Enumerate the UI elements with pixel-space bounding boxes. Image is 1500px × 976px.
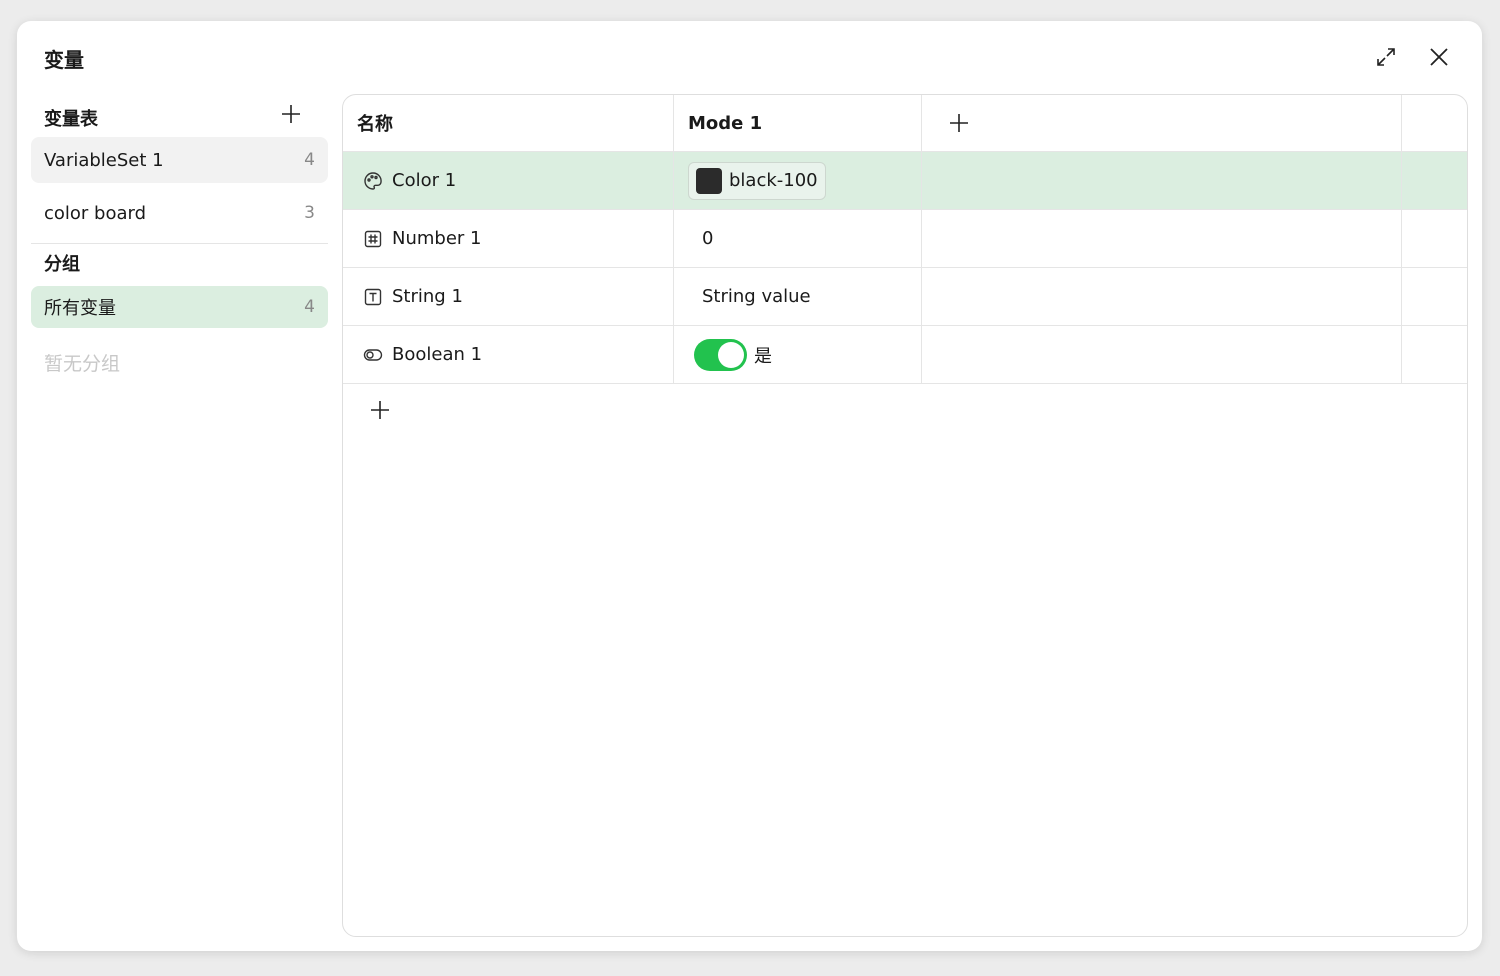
- palette-icon: [363, 171, 383, 191]
- variable-set-item[interactable]: VariableSet 1 4: [31, 137, 328, 183]
- empty-cell: [1402, 210, 1467, 267]
- variable-name: Number 1: [392, 228, 482, 249]
- hash-icon: [363, 229, 383, 249]
- variable-value-cell[interactable]: String value: [674, 268, 922, 325]
- add-variable-button[interactable]: [367, 397, 393, 423]
- group-name: 所有变量: [44, 298, 116, 319]
- table-row[interactable]: Boolean 1 是: [343, 326, 1467, 384]
- variable-set-count: 4: [304, 150, 315, 170]
- color-value-chip[interactable]: black-100: [688, 161, 826, 200]
- empty-groups-text: 暂无分组: [44, 353, 121, 375]
- variable-sets-header: 变量表: [31, 97, 328, 137]
- close-icon: [1430, 48, 1448, 66]
- variable-set-count: 3: [304, 203, 315, 223]
- string-value: String value: [702, 286, 811, 307]
- variables-table: 名称 Mode 1 Color 1 black-100 Number 1 0 S…: [342, 94, 1468, 937]
- dialog-title: 变量: [44, 48, 84, 72]
- variable-name-cell: Number 1: [343, 210, 674, 267]
- table-row[interactable]: Number 1 0: [343, 210, 1467, 268]
- variable-sets-title: 变量表: [44, 109, 98, 130]
- variables-dialog: 变量 变量表 VariableSet 1 4 color board 3 分组 …: [17, 21, 1482, 951]
- variable-name: Color 1: [392, 170, 457, 191]
- variable-set-name: color board: [44, 202, 147, 224]
- empty-cell: [922, 152, 1402, 209]
- empty-cell: [922, 210, 1402, 267]
- variable-name-cell: Color 1: [343, 152, 674, 209]
- plus-icon: [371, 401, 389, 419]
- group-count: 4: [304, 297, 315, 317]
- empty-cell: [1402, 326, 1467, 383]
- variable-value-cell[interactable]: 是: [674, 326, 922, 383]
- empty-cell: [922, 326, 1402, 383]
- variable-set-name: VariableSet 1: [44, 149, 164, 171]
- table-row[interactable]: String 1 String value: [343, 268, 1467, 326]
- expand-button[interactable]: [1372, 43, 1400, 71]
- group-item-all[interactable]: 所有变量 4: [31, 286, 328, 328]
- empty-cell: [922, 268, 1402, 325]
- header-mode[interactable]: Mode 1: [674, 95, 922, 151]
- color-value: black-100: [729, 170, 818, 191]
- boolean-toggle[interactable]: [694, 338, 747, 371]
- text-icon: [363, 287, 383, 307]
- number-value: 0: [702, 228, 714, 249]
- header-name: 名称: [343, 95, 674, 151]
- boolean-value: 是: [754, 345, 772, 367]
- toggle-icon: [363, 345, 383, 365]
- variable-name: String 1: [392, 286, 463, 307]
- sidebar: 变量表 VariableSet 1 4 color board 3 分组 所有变…: [31, 97, 328, 390]
- table-header-row: 名称 Mode 1: [343, 95, 1467, 152]
- table-row[interactable]: Color 1 black-100: [343, 152, 1467, 210]
- plus-icon: [950, 114, 968, 132]
- variable-value-cell[interactable]: black-100: [674, 152, 922, 209]
- add-mode-button[interactable]: [946, 110, 972, 136]
- variable-value-cell[interactable]: 0: [674, 210, 922, 267]
- empty-cell: [1402, 152, 1467, 209]
- variable-set-item[interactable]: color board 3: [31, 190, 328, 236]
- toggle-knob: [718, 341, 744, 368]
- close-button[interactable]: [1425, 43, 1453, 71]
- expand-icon: [1377, 48, 1395, 66]
- groups-title: 分组: [44, 254, 80, 275]
- empty-cell: [1402, 268, 1467, 325]
- variable-name-cell: String 1: [343, 268, 674, 325]
- header-add-mode-cell: [922, 95, 1402, 151]
- plus-icon: [282, 105, 300, 123]
- color-swatch: [696, 167, 722, 194]
- add-variable-set-button[interactable]: [279, 102, 303, 126]
- header-empty-cell: [1402, 95, 1467, 151]
- variable-name-cell: Boolean 1: [343, 326, 674, 383]
- variable-name: Boolean 1: [392, 344, 483, 365]
